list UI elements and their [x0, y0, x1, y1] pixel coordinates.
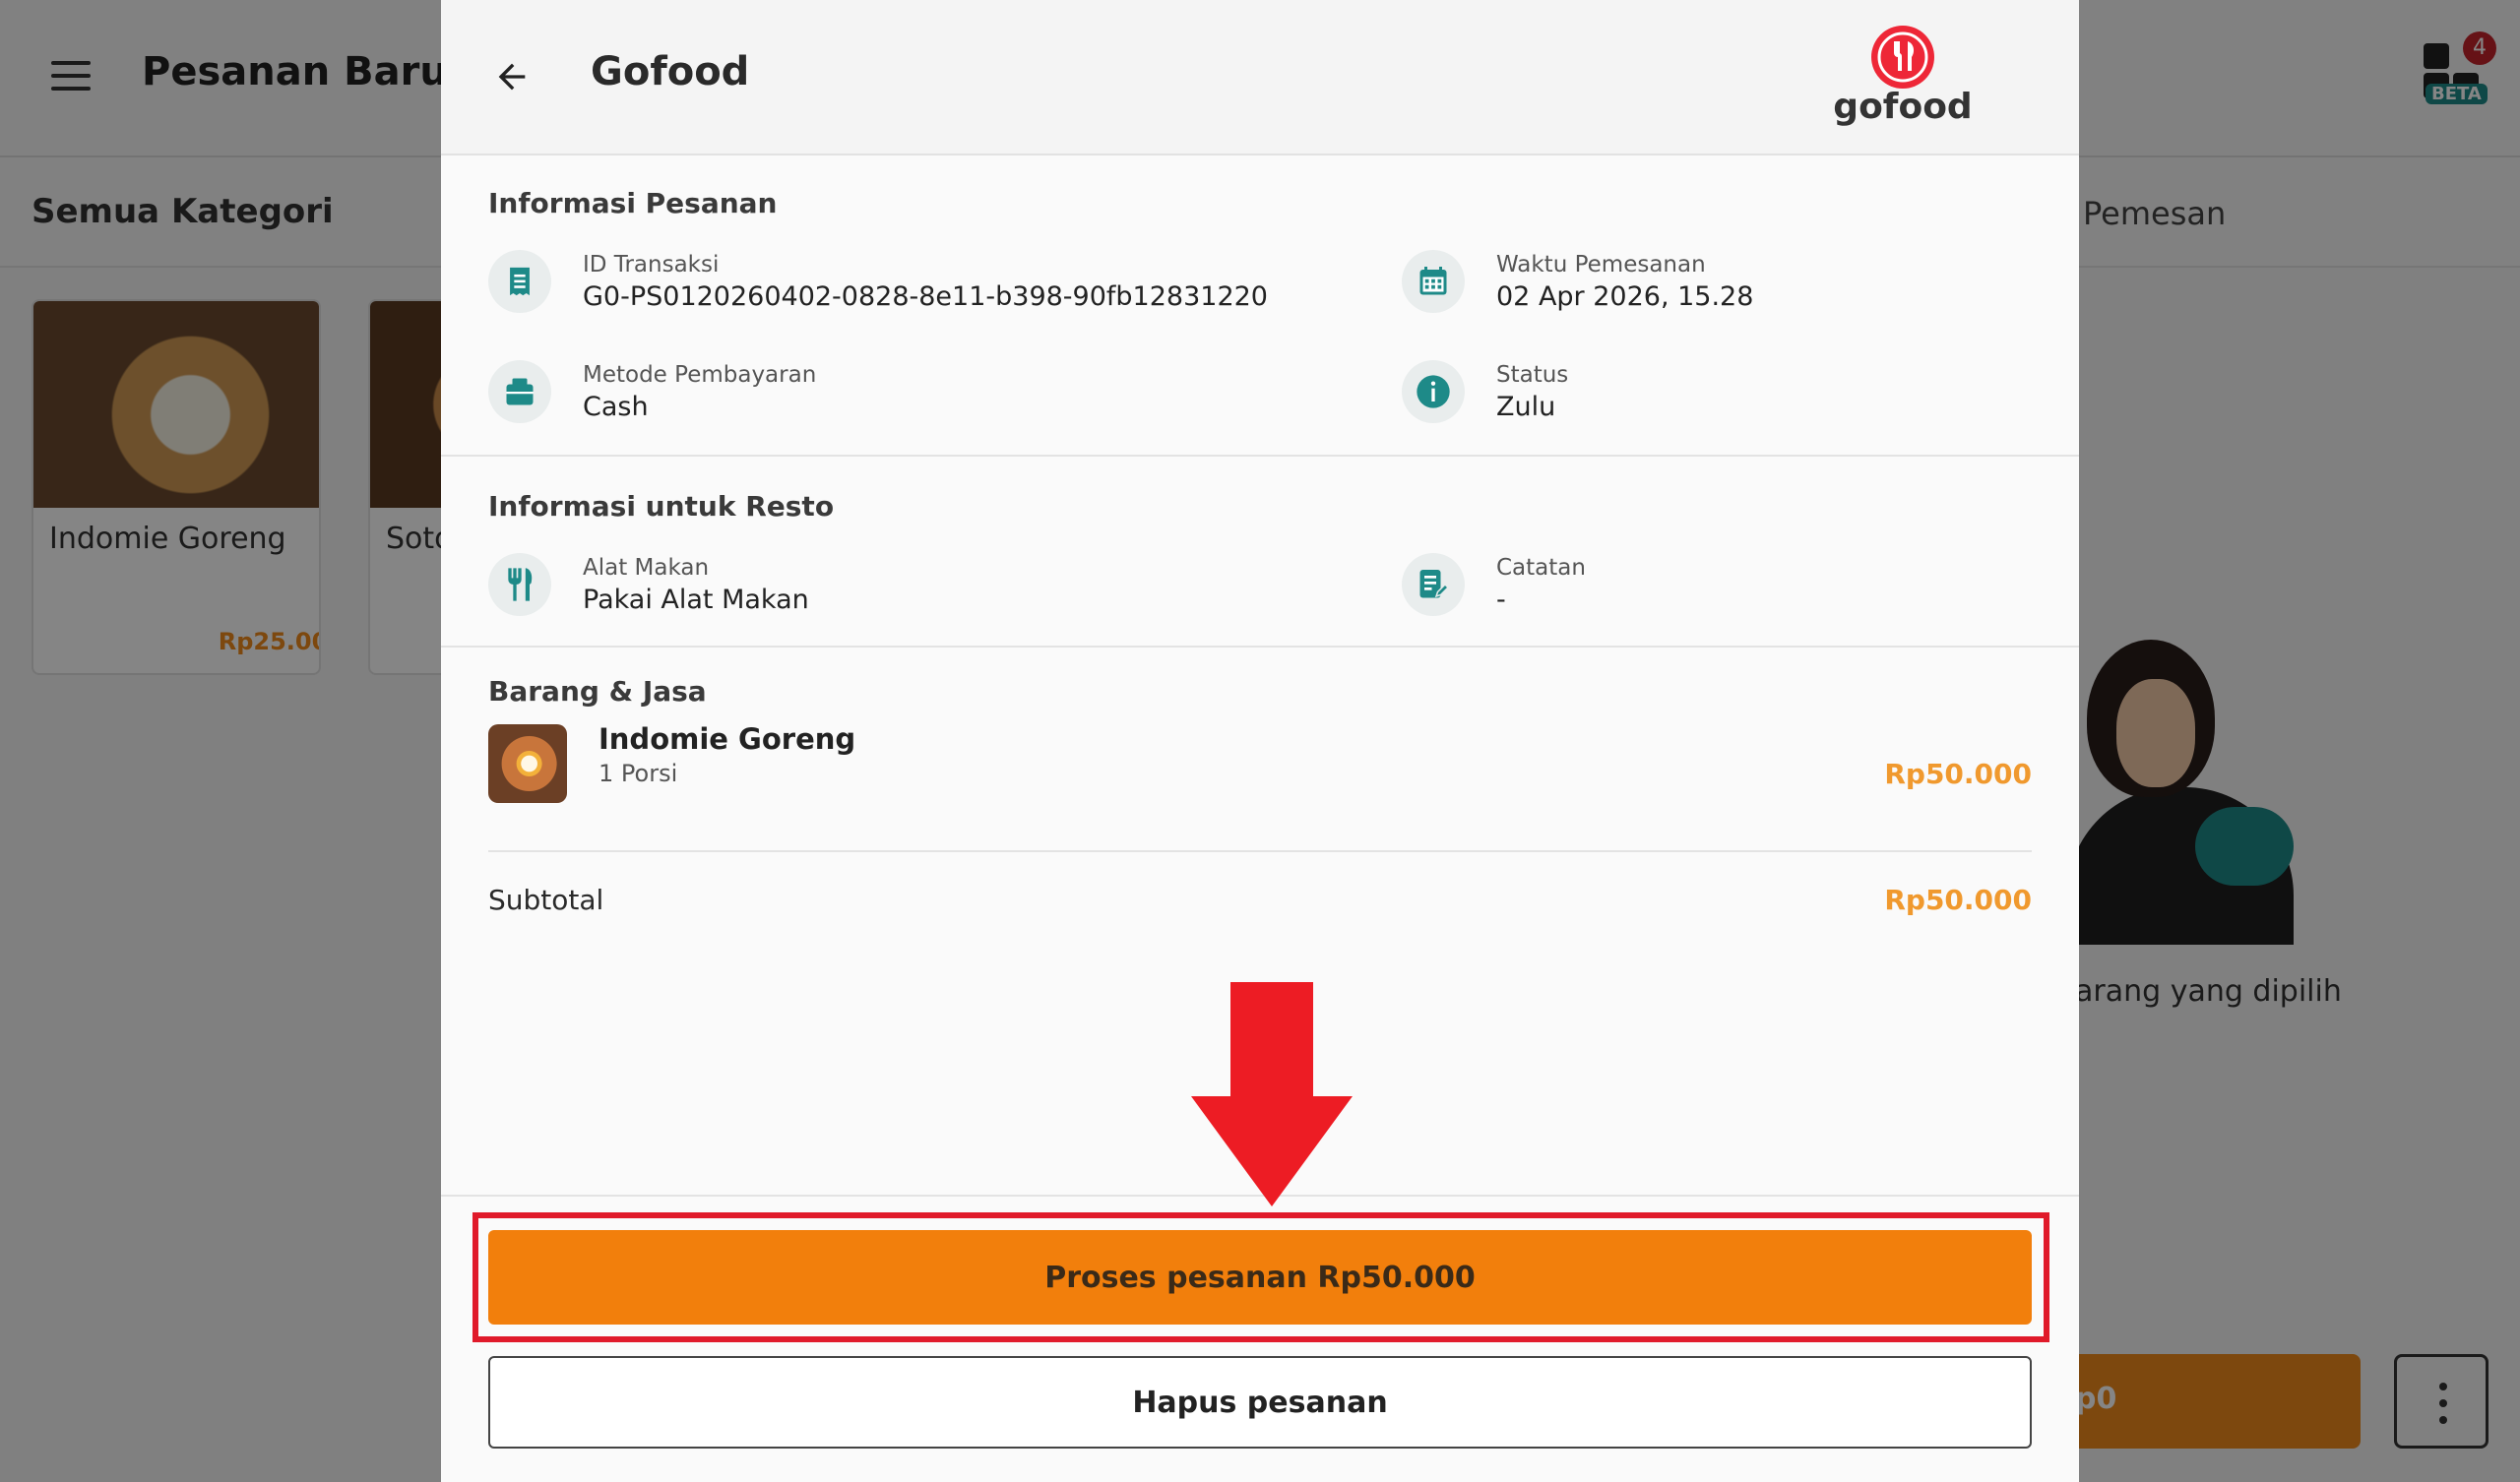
section-divider: [441, 646, 2079, 648]
payment-method-label: Metode Pembayaran: [583, 362, 817, 388]
receipt-icon: [488, 250, 551, 313]
wallet-icon: [488, 360, 551, 423]
status-row: Status Zulu: [1402, 360, 1568, 425]
highlight-box: [472, 1212, 2049, 1342]
status-value: Zulu: [1496, 392, 1556, 422]
order-time-row: Waktu Pemesanan 02 Apr 2026, 15.28: [1402, 250, 1753, 315]
subtotal-divider: [488, 850, 2032, 852]
cutlery-icon: [488, 553, 551, 616]
transaction-id-value: G0-PS0120260402-0828-8e11-b398-90fb12831…: [583, 281, 1268, 312]
cutlery-value: Pakai Alat Makan: [583, 585, 809, 615]
order-time-value: 02 Apr 2026, 15.28: [1496, 281, 1754, 312]
modal-title: Gofood: [591, 49, 750, 94]
subtotal-value: Rp50.000: [1884, 884, 2032, 916]
note-edit-icon: [1402, 553, 1465, 616]
subtotal-label: Subtotal: [488, 884, 604, 916]
item-price: Rp50.000: [1884, 758, 2032, 790]
transaction-id-row: ID Transaksi G0-PS0120260402-0828-8e11-b…: [488, 250, 1268, 315]
transaction-id-label: ID Transaksi: [583, 252, 720, 278]
calendar-icon: [1402, 250, 1465, 313]
item-thumbnail: [488, 724, 567, 803]
item-quantity: 1 Porsi: [598, 760, 678, 787]
gofood-logo-icon: [1871, 26, 1934, 89]
red-down-arrow-icon: [1191, 982, 1353, 1206]
notes-label: Catatan: [1496, 555, 1586, 581]
section-divider: [441, 455, 2079, 457]
payment-method-value: Cash: [583, 392, 649, 422]
order-time-label: Waktu Pemesanan: [1496, 252, 1706, 278]
payment-method-row: Metode Pembayaran Cash: [488, 360, 816, 425]
delete-order-button[interactable]: Hapus pesanan: [488, 1356, 2032, 1449]
order-info-heading: Informasi Pesanan: [488, 187, 778, 219]
info-icon: [1402, 360, 1465, 423]
resto-info-heading: Informasi untuk Resto: [488, 490, 835, 523]
item-name: Indomie Goreng: [598, 722, 856, 756]
gofood-logo-text: gofood: [1833, 87, 1973, 127]
items-heading: Barang & Jasa: [488, 675, 707, 708]
cutlery-row: Alat Makan Pakai Alat Makan: [488, 553, 809, 618]
back-arrow-icon[interactable]: [484, 49, 539, 104]
status-label: Status: [1496, 362, 1569, 388]
gofood-order-modal: Gofood gofood Informasi Pesanan ID Trans…: [441, 0, 2079, 1482]
modal-header: Gofood gofood: [441, 0, 2079, 155]
notes-value: -: [1496, 585, 1506, 615]
cutlery-label: Alat Makan: [583, 555, 710, 581]
gofood-logo: gofood: [1829, 24, 1977, 134]
notes-row: Catatan -: [1402, 553, 1586, 618]
